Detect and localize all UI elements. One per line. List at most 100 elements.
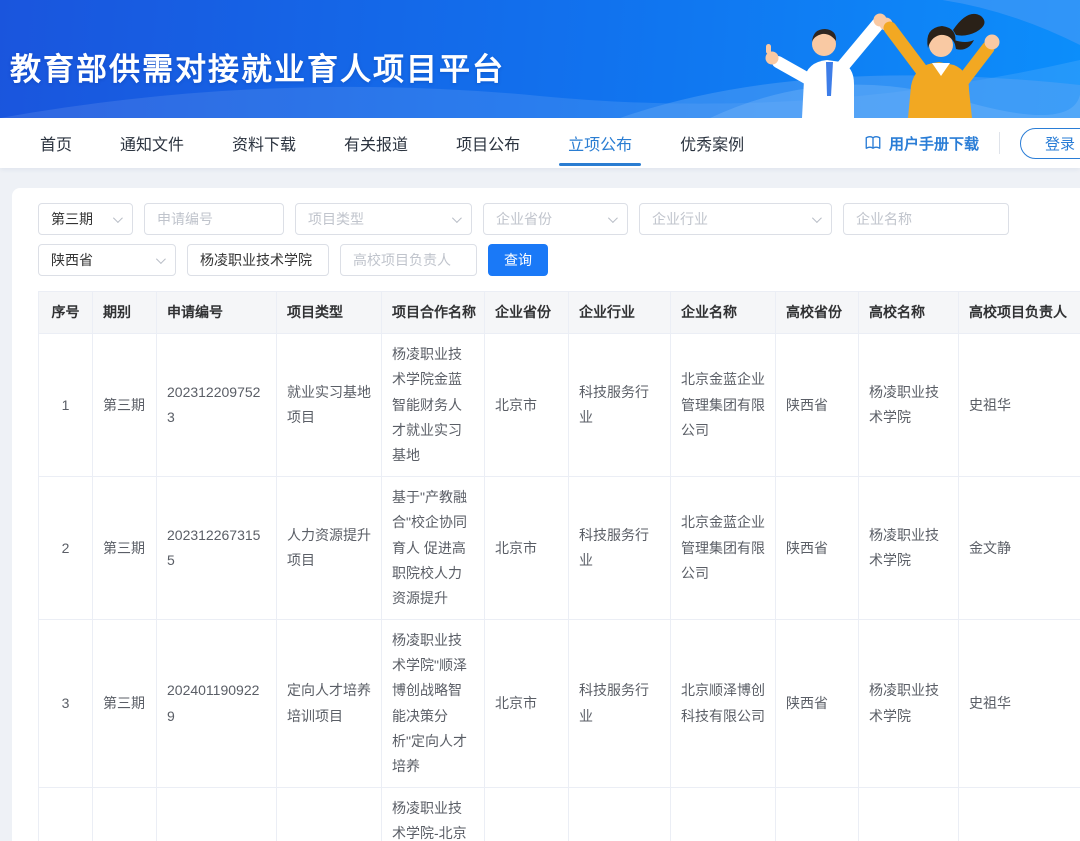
- top-banner: 教育部供需对接就业育人项目平台: [0, 0, 1080, 118]
- column-header: 申请编号: [157, 292, 277, 334]
- user-manual-download-link[interactable]: 用户手册下载: [864, 133, 979, 154]
- column-header: 企业省份: [485, 292, 569, 334]
- company-industry-select[interactable]: 企业行业: [639, 203, 832, 235]
- table-cell: 2023122097523: [157, 334, 277, 477]
- school-province-select-value: 陕西省: [51, 250, 93, 270]
- table-cell: 人力资源提升项目: [277, 477, 382, 620]
- nav-item-home[interactable]: 首页: [40, 118, 72, 168]
- content-card: 第三期 项目类型 企业省份 企业行业 陕西省 查询 序号期别申请编号项目类型项目: [12, 188, 1080, 841]
- user-manual-download-label: 用户手册下载: [889, 133, 979, 154]
- table-cell: 陕西省: [776, 788, 859, 841]
- column-header: 企业行业: [569, 292, 671, 334]
- table-cell: 2: [39, 477, 93, 620]
- banner-illustration-highfive: [710, 0, 1080, 118]
- table-cell: 北京金蓝企业管理集团有限公司: [671, 334, 776, 477]
- filter-row-1: 第三期 项目类型 企业省份 企业行业: [38, 203, 1080, 235]
- school-leader-input[interactable]: [340, 244, 477, 276]
- table-row: 2第三期2023122673155人力资源提升项目基于"产教融合"校企协同育人 …: [39, 477, 1080, 620]
- table-cell: 福建省: [485, 788, 569, 841]
- nav-right-area: 用户手册下载 登录: [864, 128, 1080, 159]
- nav-item-approval-announcement[interactable]: 立项公布: [568, 118, 632, 168]
- table-cell: 定向人才培养培训项目: [277, 620, 382, 788]
- table-cell: 1: [39, 334, 93, 477]
- table-cell: 史祖华: [959, 334, 1080, 477]
- school-name-input[interactable]: [187, 244, 329, 276]
- chevron-down-icon: [608, 213, 618, 223]
- table-cell: 陕西省: [776, 620, 859, 788]
- table-cell: 杨凌职业技术学院: [859, 620, 959, 788]
- login-button[interactable]: 登录: [1020, 128, 1080, 159]
- table-cell: 2023122673155: [157, 477, 277, 620]
- table-cell: 杨凌职业技术学院金蓝智能财务人才就业实习基地: [382, 334, 485, 477]
- project-type-select-placeholder: 项目类型: [308, 209, 364, 229]
- application-no-input[interactable]: [144, 203, 284, 235]
- search-button[interactable]: 查询: [488, 244, 548, 276]
- column-header: 期别: [93, 292, 157, 334]
- table-cell: 第三期: [93, 477, 157, 620]
- table-cell: 北京市: [485, 334, 569, 477]
- table-cell: 科技服务行业: [569, 334, 671, 477]
- table-cell: 第三期: [93, 620, 157, 788]
- table-row: 1第三期2023122097523就业实习基地项目杨凌职业技术学院金蓝智能财务人…: [39, 334, 1080, 477]
- column-header: 项目类型: [277, 292, 382, 334]
- column-header: 高校名称: [859, 292, 959, 334]
- table-cell: 2024011909229: [157, 620, 277, 788]
- nav-item-notice-files[interactable]: 通知文件: [120, 118, 184, 168]
- school-province-select[interactable]: 陕西省: [38, 244, 176, 276]
- table-cell: 胡启迪: [959, 788, 1080, 841]
- table-cell: 科技服务行业: [569, 620, 671, 788]
- table-cell: 北京顺泽博创科技有限公司: [671, 620, 776, 788]
- company-province-select-placeholder: 企业省份: [496, 209, 552, 229]
- table-cell: 杨凌职业技术学院"顺泽博创战略智能决策分析"定向人才培养: [382, 620, 485, 788]
- nav-item-material-download[interactable]: 资料下载: [232, 118, 296, 168]
- nav-item-project-announcement[interactable]: 项目公布: [456, 118, 520, 168]
- table-cell: 定向人才培养培训项目: [277, 788, 382, 841]
- period-select[interactable]: 第三期: [38, 203, 133, 235]
- company-industry-select-placeholder: 企业行业: [652, 209, 708, 229]
- table-cell: 金文静: [959, 477, 1080, 620]
- results-table-wrapper: 序号期别申请编号项目类型项目合作名称企业省份企业行业企业名称高校省份高校名称高校…: [38, 291, 1080, 841]
- table-cell: 杨凌职业技术学院-北京新大陆时代科技有限公司物联网及人工智能方向人才培养: [382, 788, 485, 841]
- chevron-down-icon: [156, 254, 166, 264]
- table-cell: 北京市: [485, 620, 569, 788]
- chevron-down-icon: [113, 213, 123, 223]
- table-cell: 杨凌职业技术学院: [859, 788, 959, 841]
- table-cell: 就业实习基地项目: [277, 334, 382, 477]
- chevron-down-icon: [812, 213, 822, 223]
- column-header: 高校项目负责人: [959, 292, 1080, 334]
- table-cell: 第三期: [93, 334, 157, 477]
- table-cell: 北京新大陆时代科技有限公司: [671, 788, 776, 841]
- table-row: 3第三期2024011909229定向人才培养培训项目杨凌职业技术学院"顺泽博创…: [39, 620, 1080, 788]
- main-navigation: 首页 通知文件 资料下载 有关报道 项目公布 立项公布 优秀案例 用户手册下载 …: [0, 118, 1080, 168]
- table-cell: 科技服务行业: [569, 788, 671, 841]
- table-cell: 3: [39, 620, 93, 788]
- column-header: 序号: [39, 292, 93, 334]
- column-header: 企业名称: [671, 292, 776, 334]
- table-cell: 北京市: [485, 477, 569, 620]
- nav-item-excellent-cases[interactable]: 优秀案例: [680, 118, 744, 168]
- company-province-select[interactable]: 企业省份: [483, 203, 628, 235]
- page-title: 教育部供需对接就业育人项目平台: [10, 44, 505, 89]
- nav-divider: [999, 132, 1000, 154]
- table-cell: 4: [39, 788, 93, 841]
- table-cell: 杨凌职业技术学院: [859, 477, 959, 620]
- chevron-down-icon: [452, 213, 462, 223]
- table-cell: 北京金蓝企业管理集团有限公司: [671, 477, 776, 620]
- table-cell: 2023122905190: [157, 788, 277, 841]
- project-type-select[interactable]: 项目类型: [295, 203, 472, 235]
- table-row: 4第三期2023122905190定向人才培养培训项目杨凌职业技术学院-北京新大…: [39, 788, 1080, 841]
- table-cell: 基于"产教融合"校企协同育人 促进高职院校人力资源提升: [382, 477, 485, 620]
- table-cell: 陕西省: [776, 334, 859, 477]
- column-header: 项目合作名称: [382, 292, 485, 334]
- book-icon: [864, 134, 882, 152]
- table-header-row: 序号期别申请编号项目类型项目合作名称企业省份企业行业企业名称高校省份高校名称高校…: [39, 292, 1080, 334]
- nav-item-related-reports[interactable]: 有关报道: [344, 118, 408, 168]
- table-cell: 史祖华: [959, 620, 1080, 788]
- company-name-input[interactable]: [843, 203, 1009, 235]
- nav-tabs: 首页 通知文件 资料下载 有关报道 项目公布 立项公布 优秀案例: [40, 118, 744, 168]
- table-cell: 第三期: [93, 788, 157, 841]
- table-cell: 杨凌职业技术学院: [859, 334, 959, 477]
- results-table: 序号期别申请编号项目类型项目合作名称企业省份企业行业企业名称高校省份高校名称高校…: [38, 291, 1080, 841]
- table-cell: 科技服务行业: [569, 477, 671, 620]
- filter-row-2: 陕西省 查询: [38, 244, 1080, 276]
